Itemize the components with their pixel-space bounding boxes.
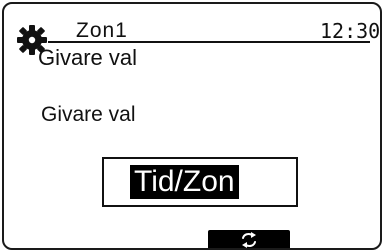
sensor-selection-label: Givare val: [41, 103, 136, 126]
selected-sensor-value: Tid/Zon: [130, 165, 239, 199]
change-option-button[interactable]: [208, 230, 290, 248]
sensor-selection-field[interactable]: Tid/Zon: [102, 157, 298, 207]
page-title: Givare val: [38, 45, 138, 70]
controller-screen: Zon1 12:30 Givare val Givare val Tid/Zon: [2, 2, 382, 250]
refresh-icon: [242, 232, 256, 248]
header-divider: [48, 41, 370, 43]
